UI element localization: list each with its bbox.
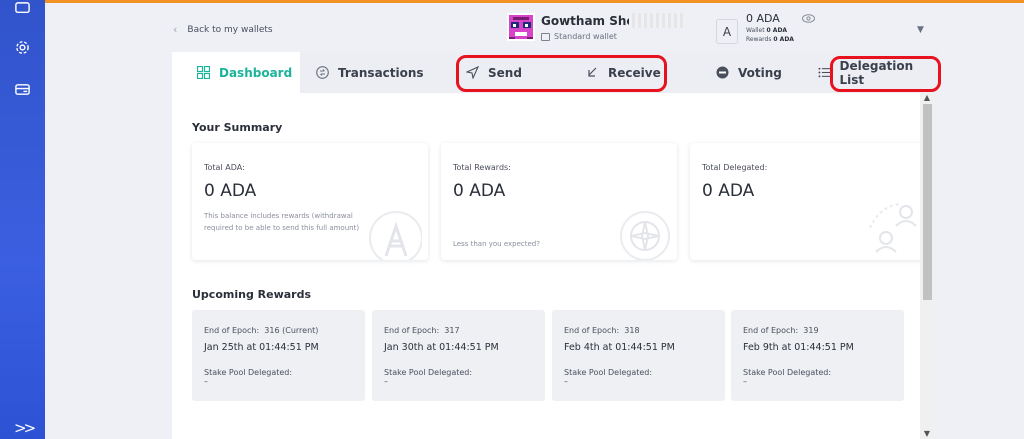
scrollbar-thumb[interactable]	[923, 104, 932, 300]
tab-dashboard[interactable]: Dashboard	[172, 52, 300, 93]
compass-icon	[620, 211, 670, 260]
total-rewards-value: 0 ADA	[453, 181, 506, 201]
stake-pool-label: Stake Pool Delegated:	[743, 368, 832, 377]
tab-voting[interactable]: Voting	[716, 52, 782, 93]
tab-transactions-label: Transactions	[338, 65, 424, 80]
voting-icon	[716, 66, 729, 79]
grid-icon	[197, 66, 210, 79]
wallet-icon[interactable]	[13, 0, 32, 19]
total-ada-label: Total ADA:	[204, 163, 245, 172]
wallet-type: Standard wallet	[541, 32, 617, 41]
epoch-date: Feb 9th at 01:44:51 PM	[743, 342, 854, 353]
epoch-number: 318	[624, 326, 640, 335]
reward-epoch-card: End of Epoch: 316 (Current) Jan 25th at …	[192, 310, 365, 401]
stake-pool-value: –	[204, 377, 208, 386]
wallet-type-label: Standard wallet	[554, 32, 617, 41]
epoch-label: End of Epoch:	[564, 326, 620, 335]
stake-pool-value: –	[564, 377, 568, 386]
scroll-down-arrow-icon[interactable]: ▼	[921, 429, 933, 439]
wallet-type-icon	[541, 32, 550, 41]
total-delegated-value: 0 ADA	[702, 181, 755, 201]
total-ada-card: Total ADA: 0 ADA This balance includes r…	[192, 143, 428, 260]
epoch-number: 317	[444, 326, 460, 335]
rewards-balance-line: Rewards 0 ADA	[746, 36, 794, 43]
tab-voting-label: Voting	[738, 65, 782, 80]
epoch-number: 316 (Current)	[264, 326, 319, 335]
total-ada-note: This balance includes rewards (withdrawa…	[204, 212, 360, 232]
stake-pool-value: –	[743, 377, 747, 386]
redacted-patch	[629, 13, 685, 28]
epoch-label: End of Epoch:	[743, 326, 799, 335]
balance-main: 0 ADA	[746, 12, 780, 25]
upcoming-rewards-title: Upcoming Rewards	[192, 288, 312, 301]
epoch-line: End of Epoch: 316 (Current)	[204, 326, 318, 335]
stake-pool-label: Stake Pool Delegated:	[384, 368, 473, 377]
wallet-label: Wallet	[746, 27, 765, 34]
back-to-wallets-link[interactable]: ‹ Back to my wallets	[173, 23, 273, 36]
wallet-balance-line: Wallet 0 ADA	[746, 27, 787, 34]
total-ada-value: 0 ADA	[204, 181, 257, 201]
total-delegated-label: Total Delegated:	[702, 163, 768, 172]
reward-epoch-card: End of Epoch: 319 Feb 9th at 01:44:51 PM…	[731, 310, 904, 401]
rewards-help-link[interactable]: Less than you expected?	[453, 238, 623, 250]
epoch-line: End of Epoch: 317	[384, 326, 460, 335]
list-icon	[818, 67, 831, 78]
tab-transactions[interactable]: Transactions	[316, 52, 424, 93]
epoch-date: Jan 30th at 01:44:51 PM	[384, 342, 499, 353]
double-chevron-right-icon[interactable]: >>	[14, 419, 36, 437]
reward-epoch-card: End of Epoch: 318 Feb 4th at 01:44:51 PM…	[552, 310, 725, 401]
rewards-value: 0 ADA	[773, 36, 794, 43]
epoch-line: End of Epoch: 318	[564, 326, 640, 335]
stake-pool-label: Stake Pool Delegated:	[564, 368, 653, 377]
epoch-label: End of Epoch:	[204, 326, 260, 335]
transactions-icon	[316, 66, 329, 79]
total-rewards-label: Total Rewards:	[453, 163, 511, 172]
card-transfer-icon[interactable]	[13, 80, 32, 99]
epoch-line: End of Epoch: 319	[743, 326, 819, 335]
ada-coin-icon	[369, 211, 422, 260]
wallet-value: 0 ADA	[766, 27, 788, 34]
total-rewards-card: Total Rewards: 0 ADA Less than you expec…	[441, 143, 677, 260]
chevron-left-icon: ‹	[173, 23, 178, 36]
reward-epoch-card: End of Epoch: 317 Jan 30th at 01:44:51 P…	[372, 310, 545, 401]
stake-pool-label: Stake Pool Delegated:	[204, 368, 293, 377]
epoch-date: Feb 4th at 01:44:51 PM	[564, 342, 675, 353]
epoch-label: End of Epoch:	[384, 326, 440, 335]
send-receive-highlight	[456, 55, 667, 92]
eye-icon[interactable]	[802, 14, 815, 23]
delegation-list-highlight	[830, 56, 941, 92]
scroll-up-arrow-icon[interactable]: ▲	[921, 93, 933, 103]
epoch-date: Jan 25th at 01:44:51 PM	[204, 342, 319, 353]
wallet-header: ‹ Back to my wallets Gowtham Shel.. Stan…	[45, 3, 1024, 53]
settings-gear-icon[interactable]	[13, 38, 32, 57]
stake-pool-value: –	[384, 377, 388, 386]
summary-title: Your Summary	[192, 121, 283, 134]
tab-dashboard-label: Dashboard	[219, 65, 293, 80]
people-icon	[869, 203, 917, 253]
sidebar: >>	[0, 0, 45, 439]
rewards-label: Rewards	[746, 36, 772, 43]
ada-currency-icon: A	[716, 19, 738, 44]
epoch-number: 319	[803, 326, 819, 335]
wallet-avatar	[507, 13, 535, 41]
wallet-dropdown-caret-icon[interactable]: ▼	[917, 25, 924, 35]
total-delegated-card: Total Delegated: 0 ADA	[690, 143, 926, 260]
back-label: Back to my wallets	[187, 24, 273, 35]
